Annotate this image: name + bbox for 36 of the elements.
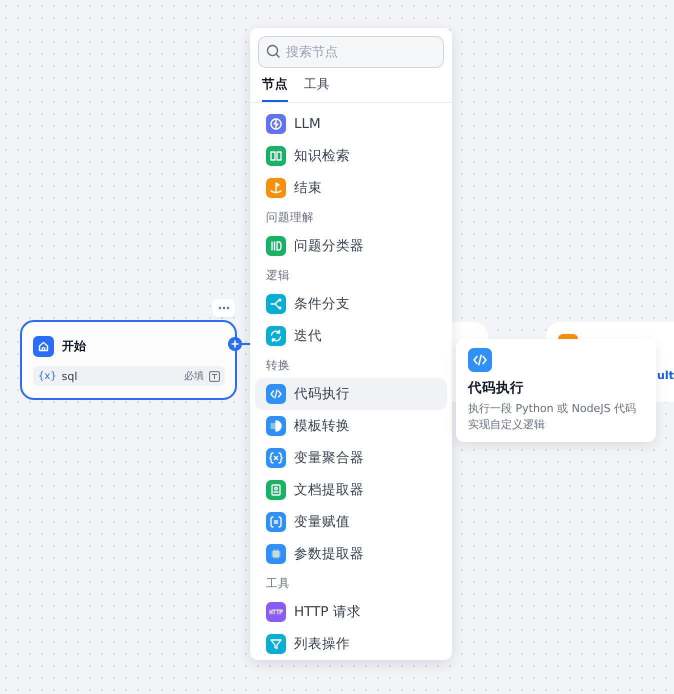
menu-item[interactable]: LLM <box>255 108 447 140</box>
tab[interactable]: 工具 <box>304 74 330 102</box>
section-heading: 工具 <box>265 575 291 592</box>
start-node[interactable]: 开始 {x} sql 必填 <box>20 320 237 400</box>
tooltip-description: 执行一段 Python 或 NodeJS 代码实现自定义逻辑 <box>468 401 638 433</box>
menu-item[interactable]: 变量赋值 <box>255 506 447 538</box>
tab[interactable]: 节点 <box>262 74 288 102</box>
menu-item[interactable]: 列表操作 <box>255 628 447 660</box>
menu-item[interactable]: 问题分类器 <box>255 230 447 262</box>
required-label: 必填 <box>184 370 204 383</box>
tooltip-title: 代码执行 <box>468 379 525 397</box>
menu-item[interactable]: 代码执行 <box>255 378 447 410</box>
output-label: ult <box>657 369 674 382</box>
home-icon <box>33 336 54 356</box>
menu-item[interactable]: 知识检索 <box>255 140 447 172</box>
variable-name: sql <box>62 370 78 382</box>
menu-item[interactable]: 模板转换 <box>255 410 447 442</box>
variable-prefix: {x} <box>38 370 57 382</box>
code-icon <box>468 348 492 372</box>
add-handle[interactable] <box>228 337 242 351</box>
more-button[interactable] <box>212 299 235 317</box>
text-type-icon <box>209 370 220 382</box>
menu-item[interactable]: 参数提取器 <box>255 538 447 570</box>
menu-item[interactable]: 变量聚合器 <box>255 442 447 474</box>
section-heading: 转换 <box>265 357 291 374</box>
more-icon <box>218 306 230 310</box>
menu-item[interactable]: 迭代 <box>255 320 447 352</box>
menu-item[interactable]: 结束 <box>255 172 447 204</box>
section-heading: 逻辑 <box>265 267 291 284</box>
menu-item[interactable]: 条件分支 <box>255 288 447 320</box>
node-title: 开始 <box>62 338 86 354</box>
menu-item[interactable]: HTTP 请求 <box>255 596 447 628</box>
search-icon <box>266 44 281 59</box>
search-field[interactable]: 搜索节点 <box>258 36 444 68</box>
menu-item[interactable]: 文档提取器 <box>255 474 447 506</box>
section-heading: 问题理解 <box>265 209 315 226</box>
